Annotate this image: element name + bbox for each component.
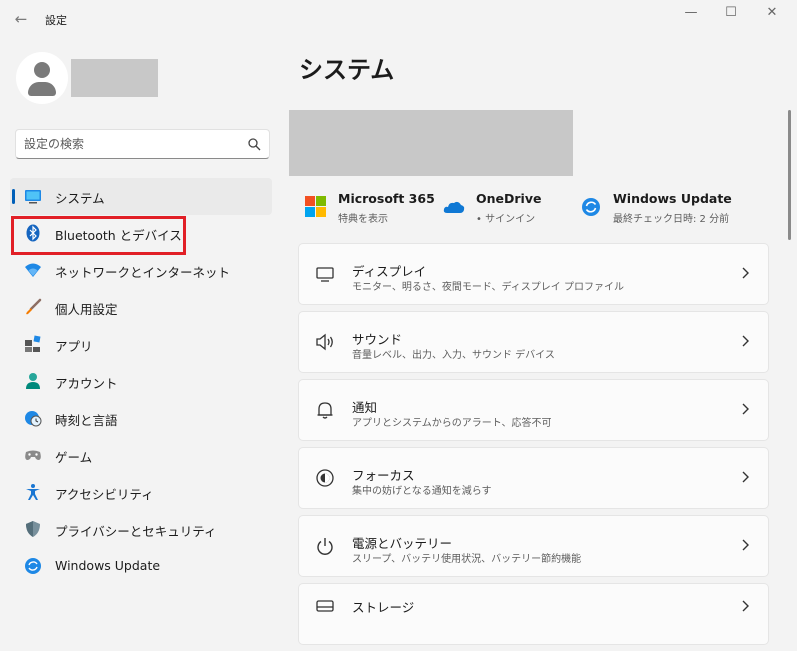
sidebar-item-apps[interactable]: アプリ <box>10 326 272 363</box>
quick-sub: • サインイン <box>476 214 536 225</box>
sidebar-item-accessibility[interactable]: アクセシビリティ <box>10 474 272 511</box>
search-box[interactable] <box>15 129 270 159</box>
app-title: 設定 <box>45 14 67 27</box>
wifi-icon <box>25 263 41 277</box>
settings-cards: ディスプレイ モニター、明るさ、夜間モード、ディスプレイ プロファイル サウンド… <box>298 243 769 651</box>
windows-update-icon <box>25 558 41 574</box>
quick-sub: 最終チェック日時: 2 分前 <box>613 214 730 225</box>
maximize-button[interactable]: ☐ <box>716 4 746 22</box>
quick-onedrive[interactable]: OneDrive • サインイン <box>443 190 563 230</box>
monitor-icon <box>316 267 334 282</box>
sidebar-item-label: アカウント <box>55 376 118 391</box>
quick-name: OneDrive <box>476 191 542 206</box>
quick-sub: 特典を表示 <box>338 214 388 225</box>
avatar[interactable] <box>16 52 68 104</box>
chevron-right-icon <box>742 403 749 415</box>
user-name-redacted <box>71 59 158 97</box>
sidebar-item-network[interactable]: ネットワークとインターネット <box>10 252 272 289</box>
sidebar-item-label: ネットワークとインターネット <box>55 265 231 280</box>
speaker-icon <box>316 333 333 351</box>
title-bar: ← 設定 — ☐ ✕ <box>0 0 797 40</box>
display-icon <box>25 190 41 204</box>
account-icon <box>26 373 40 389</box>
sidebar-item-label: Windows Update <box>55 558 161 573</box>
sidebar-item-label: 個人用設定 <box>55 302 118 317</box>
quick-name: Microsoft 365 <box>338 191 435 206</box>
card-power[interactable]: 電源とバッテリー スリープ、バッテリ使用状況、バッテリー節約機能 <box>298 515 769 577</box>
quick-name: Windows Update <box>613 191 732 206</box>
sidebar-item-personalization[interactable]: 個人用設定 <box>10 289 272 326</box>
card-subtitle: 音量レベル、出力、入力、サウンド デバイス <box>352 350 555 361</box>
sidebar-item-windows-update[interactable]: Windows Update <box>10 548 272 585</box>
device-info-redacted <box>289 110 573 176</box>
card-sound[interactable]: サウンド 音量レベル、出力、入力、サウンド デバイス <box>298 311 769 373</box>
chevron-right-icon <box>742 335 749 347</box>
card-focus[interactable]: フォーカス 集中の妨げとなる通知を減らす <box>298 447 769 509</box>
sidebar-item-gaming[interactable]: ゲーム <box>10 437 272 474</box>
card-subtitle: スリープ、バッテリ使用状況、バッテリー節約機能 <box>352 554 582 565</box>
avatar-head <box>34 62 50 78</box>
page-title: システム <box>299 56 395 84</box>
bell-icon <box>317 402 333 419</box>
card-notifications[interactable]: 通知 アプリとシステムからのアラート、応答不可 <box>298 379 769 441</box>
card-subtitle: 集中の妨げとなる通知を減らす <box>352 486 492 497</box>
sidebar-item-label: アクセシビリティ <box>55 487 154 502</box>
quick-microsoft365[interactable]: Microsoft 365 特典を表示 <box>305 190 435 230</box>
close-button[interactable]: ✕ <box>757 4 787 22</box>
globe-clock-icon <box>25 411 42 427</box>
chevron-right-icon <box>742 600 749 612</box>
sidebar-item-accounts[interactable]: アカウント <box>10 363 272 400</box>
chevron-right-icon <box>742 539 749 551</box>
quick-windows-update[interactable]: Windows Update 最終チェック日時: 2 分前 <box>580 190 740 230</box>
sidebar-item-label: プライバシーとセキュリティ <box>55 524 217 539</box>
shield-icon <box>26 521 40 537</box>
sidebar-item-label: アプリ <box>55 339 93 354</box>
avatar-body <box>28 82 56 96</box>
highlight-box <box>11 216 186 255</box>
minimize-button[interactable]: — <box>676 4 706 22</box>
apps-icon <box>25 335 41 352</box>
gamepad-icon <box>25 450 41 460</box>
card-display[interactable]: ディスプレイ モニター、明るさ、夜間モード、ディスプレイ プロファイル <box>298 243 769 305</box>
sidebar-item-system[interactable]: システム <box>10 178 272 215</box>
active-indicator <box>12 189 15 204</box>
power-icon <box>317 538 333 555</box>
search-icon[interactable] <box>247 137 261 151</box>
search-input[interactable] <box>24 135 239 153</box>
card-subtitle: モニター、明るさ、夜間モード、ディスプレイ プロファイル <box>352 282 624 293</box>
focus-icon <box>316 469 334 487</box>
storage-icon <box>316 600 334 612</box>
windows-update-icon <box>582 198 600 216</box>
back-arrow-icon[interactable]: ← <box>10 8 32 30</box>
chevron-right-icon <box>742 267 749 279</box>
sidebar-item-label: 時刻と言語 <box>55 413 118 428</box>
onedrive-cloud-icon <box>443 201 465 213</box>
sidebar-item-label: システム <box>55 191 105 206</box>
sidebar-item-time-language[interactable]: 時刻と言語 <box>10 400 272 437</box>
card-subtitle: アプリとシステムからのアラート、応答不可 <box>352 418 552 429</box>
sidebar-item-privacy[interactable]: プライバシーとセキュリティ <box>10 511 272 548</box>
sidebar-item-label: ゲーム <box>55 450 93 465</box>
scrollbar[interactable] <box>788 110 791 240</box>
chevron-right-icon <box>742 471 749 483</box>
card-storage[interactable]: ストレージ <box>298 583 769 645</box>
microsoft-logo-icon <box>305 196 326 217</box>
accessibility-icon <box>26 484 40 500</box>
brush-icon <box>26 298 42 315</box>
card-title: ストレージ <box>352 600 415 615</box>
